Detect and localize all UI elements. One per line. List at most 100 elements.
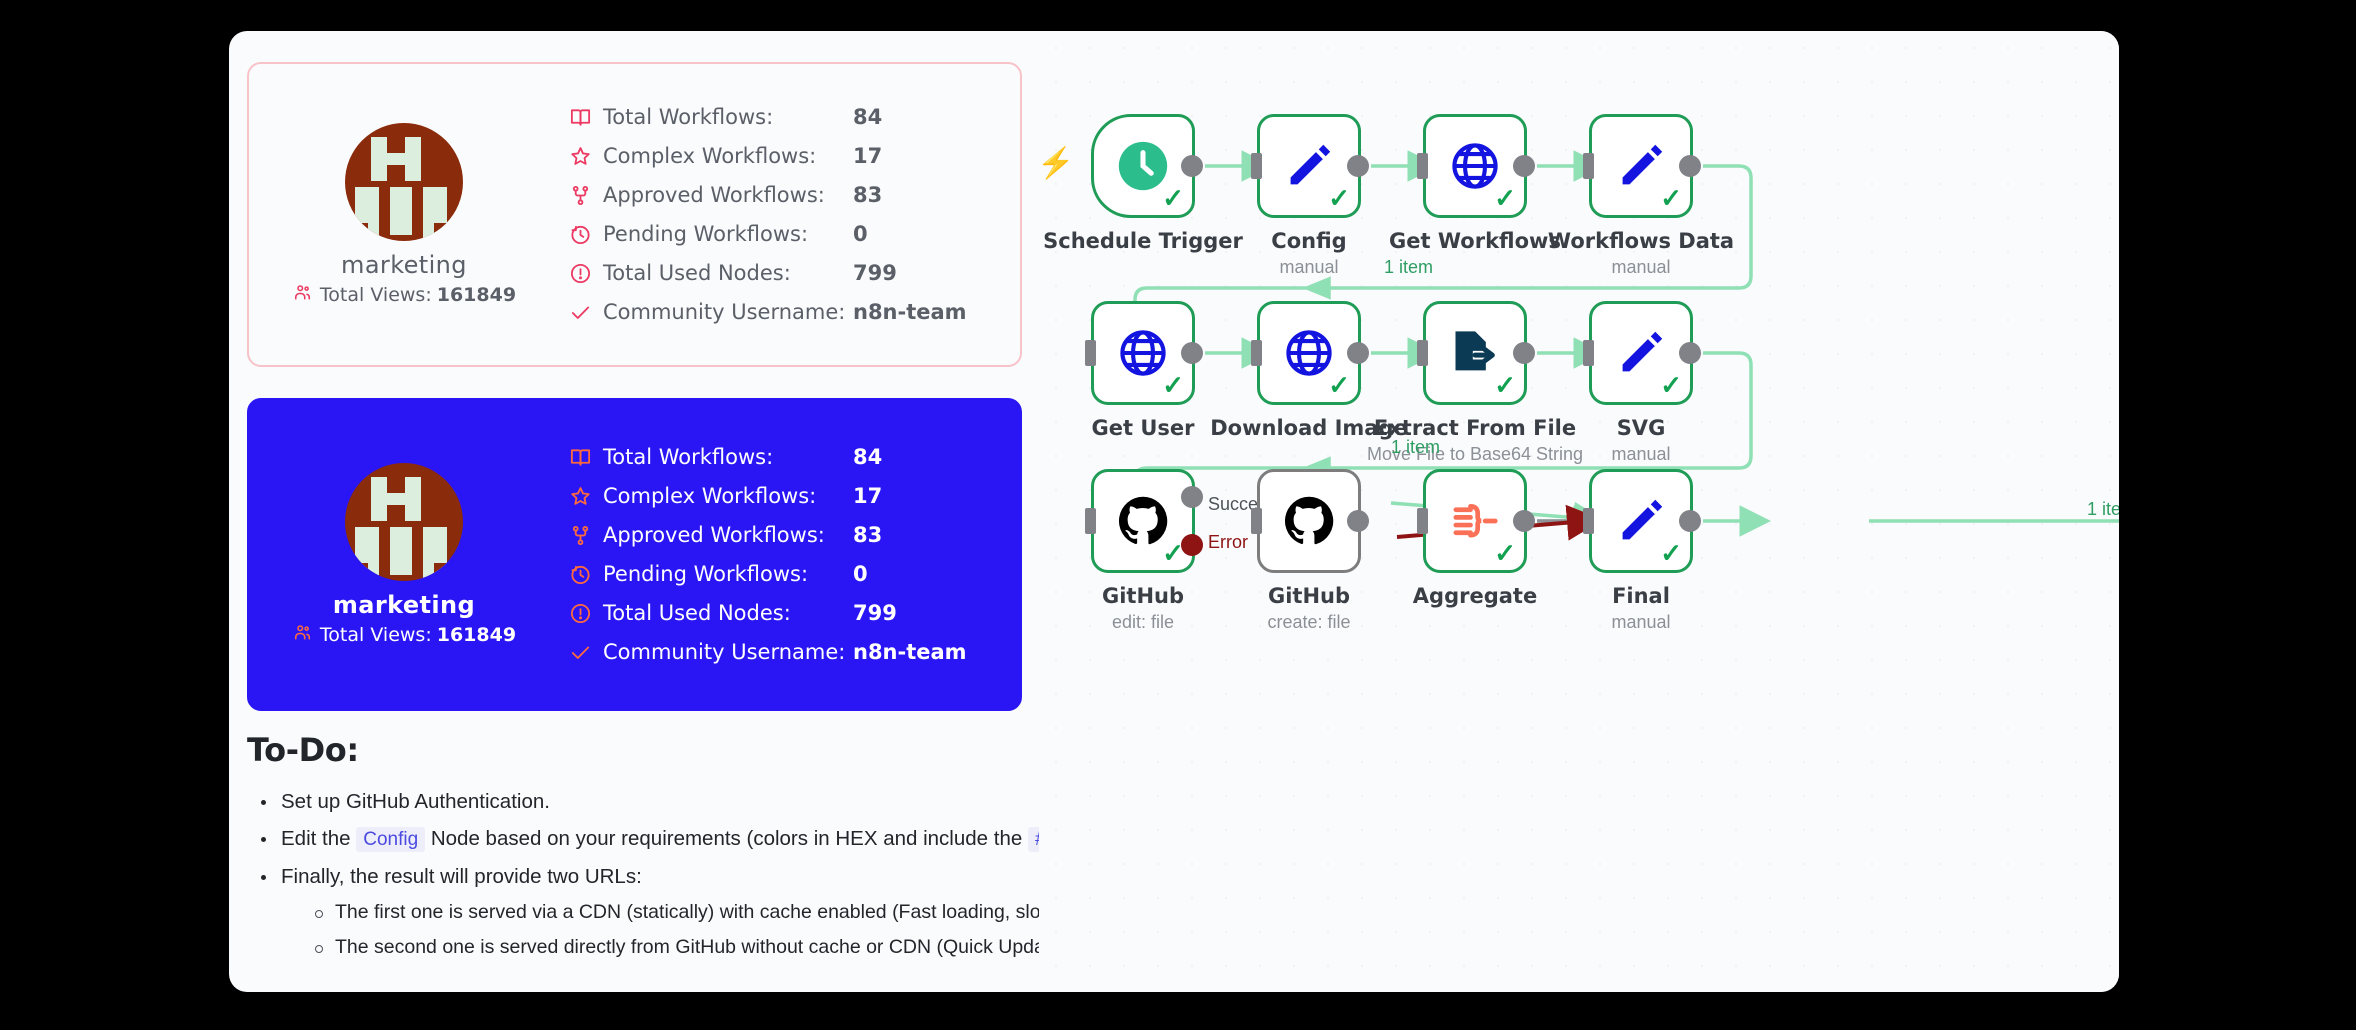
check-icon [569,641,603,664]
node-output-port[interactable] [1679,155,1701,177]
stat-row: Complex Workflows: 17 [569,477,1020,516]
avatar [345,123,463,241]
stat-value: 17 [853,144,883,168]
stats-card-dark: marketing Total Views: 161849 Total Work… [247,398,1022,711]
node-subtitle: manual [1611,444,1671,464]
node-input-port[interactable] [1417,340,1428,366]
node-subtitle: create: file [1267,612,1351,632]
workflow-node-config[interactable]: ✓ Config manual [1251,114,1369,277]
branch-icon [569,524,603,547]
node-input-port[interactable] [1251,153,1262,179]
node-output-port-error[interactable] [1181,534,1203,556]
workflow-canvas[interactable]: ⚡ ✓ Schedule Trigger ✓ Config manual ✓ G… [1039,31,2119,992]
node-label: Aggregate [1412,584,1538,608]
stat-value: 84 [853,105,883,129]
total-views-label: Total Views: [319,623,432,646]
github-icon [1118,496,1168,545]
workflow-node-svg[interactable]: ✓ SVG manual [1583,301,1701,464]
workflow-node-github-edit[interactable]: ✓ Success Error GitHub edit: file [1085,469,1276,632]
total-views: Total Views: 161849 [292,283,516,306]
workflow-node-get-workflows[interactable]: ✓ Get Workflows [1389,114,1561,253]
node-label: Get User [1091,416,1195,440]
node-input-port[interactable] [1583,340,1594,366]
node-label: Get Workflows [1389,229,1561,253]
node-output-port[interactable] [1347,342,1369,364]
node-label: Schedule Trigger [1043,229,1243,253]
stat-row: Total Workflows: 84 [569,98,1020,137]
stats-card-light: marketing Total Views: 161849 Total Work… [247,62,1022,367]
total-views: Total Views: 161849 [292,623,516,646]
todo-text: Finally, the result will provide two URL… [281,865,642,888]
node-input-port[interactable] [1085,340,1096,366]
workflow-node-schedule-trigger[interactable]: ✓ Schedule Trigger [1043,114,1243,253]
node-output-port[interactable] [1513,155,1535,177]
workflow-node-download-image[interactable]: ✓ Download Image [1210,301,1408,440]
node-input-port[interactable] [1417,153,1428,179]
stat-value: 799 [853,601,897,625]
node-status-check-icon: ✓ [1660,370,1682,400]
users-icon [292,623,313,646]
workflow-node-final[interactable]: ✓ Final manual [1583,469,1701,632]
wire-item-count-label: 1 item [1391,437,1441,457]
node-input-port[interactable] [1583,153,1594,179]
wire-item-count-label: 1 ite [2087,499,2119,519]
card-light-avatar-column: marketing Total Views: 161849 [249,123,559,306]
total-views-value: 161849 [436,283,517,306]
workflow-node-get-user[interactable]: ✓ Get User [1085,301,1203,440]
node-output-port[interactable] [1347,510,1369,532]
node-input-port[interactable] [1583,508,1594,534]
clock-icon [569,223,603,246]
book-icon [569,106,603,129]
github-icon [1284,496,1334,545]
stat-value: n8n-team [853,300,967,324]
node-output-port[interactable] [1181,155,1203,177]
node-output-port[interactable] [1513,342,1535,364]
avatar-name: marketing [332,591,476,619]
connection-wires [1133,150,2119,541]
node-status-check-icon: ✓ [1494,183,1516,213]
branch-icon [569,184,603,207]
stat-label: Complex Workflows: [603,484,817,508]
users-icon [292,283,313,306]
workflow-node-extract-from-file[interactable]: ✓ Extract From File Move File to Base64 … [1367,301,1583,464]
clock-icon [569,563,603,586]
todo-text: Set up GitHub Authentication. [281,790,550,813]
node-output-port-success[interactable] [1181,486,1203,508]
avatar-name: marketing [341,251,467,279]
node-input-port[interactable] [1251,340,1262,366]
node-subtitle: edit: file [1111,612,1175,632]
node-status-check-icon: ✓ [1494,370,1516,400]
stat-value: n8n-team [853,640,967,664]
alert-icon [569,602,603,625]
node-input-port[interactable] [1085,508,1096,534]
star-icon [569,485,603,508]
node-output-port[interactable] [1679,342,1701,364]
workflow-node-aggregate[interactable]: ✓ Aggregate [1413,469,1537,608]
book-icon [569,446,603,469]
workflow-node-github-create[interactable]: GitHub create: file [1251,469,1369,632]
pencil-icon [1622,144,1663,185]
node-output-port[interactable] [1347,155,1369,177]
wire-item-count-label: 1 item [1384,257,1434,277]
stat-row: Total Used Nodes: 799 [569,594,1020,633]
stat-label: Approved Workflows: [603,523,825,547]
node-output-port[interactable] [1679,510,1701,532]
node-input-port[interactable] [1417,508,1428,534]
stat-row: Community Username: n8n-team [569,633,1020,672]
inline-code: Config [356,827,426,852]
stat-label: Pending Workflows: [603,562,809,586]
pencil-icon [1622,499,1663,540]
node-output-port[interactable] [1181,342,1203,364]
node-input-port[interactable] [1251,508,1262,534]
star-icon [569,145,603,168]
node-status-check-icon: ✓ [1494,538,1516,568]
stat-value: 0 [853,222,868,246]
stat-row: Approved Workflows: 83 [569,176,1020,215]
workflow-node-workflows-data[interactable]: ✓ Workflows Data manual [1548,114,1734,277]
pencil-icon [1622,331,1663,372]
stat-row: Community Username: n8n-team [569,293,1020,332]
node-subtitle: manual [1279,257,1339,277]
stat-label: Complex Workflows: [603,144,817,168]
stat-label: Approved Workflows: [603,183,825,207]
node-output-port[interactable] [1513,510,1535,532]
